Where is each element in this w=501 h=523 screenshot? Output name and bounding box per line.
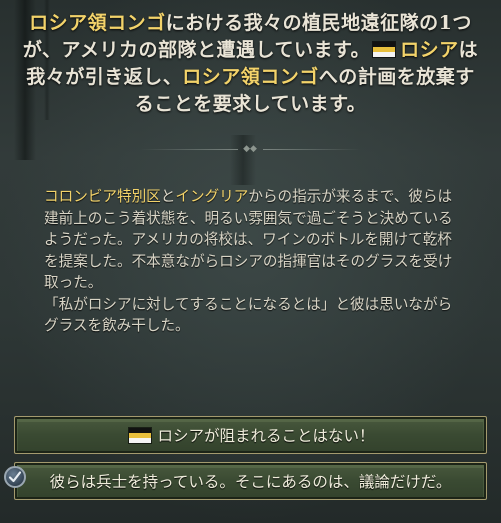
option-button-only-debate[interactable]: 彼らは兵士を持っている。そこにあるのは、議論だけだ。 bbox=[14, 462, 487, 500]
event-panel: ロシア領コンゴにおける我々の植民地遠征隊の1つが、アメリカの部隊と遭遇しています… bbox=[0, 0, 501, 523]
check-icon bbox=[4, 466, 26, 488]
country-link[interactable]: ロシア bbox=[400, 39, 459, 61]
desc-text: への計画を放棄 bbox=[318, 66, 456, 88]
location-link[interactable]: コロンビア特別区 bbox=[44, 188, 161, 205]
russia-flag-icon bbox=[129, 427, 152, 443]
event-flavor-text: コロンビア特別区とイングリアからの指示が来るまで、彼らは建前上のこう着状態を、明… bbox=[44, 188, 453, 335]
location-link[interactable]: イングリア bbox=[175, 188, 248, 205]
background-post bbox=[230, 135, 256, 185]
ornament-divider: ◆◆ bbox=[140, 144, 361, 154]
russia-flag-icon bbox=[373, 42, 396, 57]
desc-text: における我々の植民地遠征隊の1つ bbox=[165, 12, 472, 34]
divider-knot-icon: ◆◆ bbox=[243, 144, 257, 154]
option-button-russia-not-stopped[interactable]: ロシアが阻まれることはない！ bbox=[14, 416, 487, 454]
event-description: ロシア領コンゴにおける我々の植民地遠征隊の1つが、アメリカの部隊と遭遇しています… bbox=[18, 10, 483, 118]
flavor-paragraph: 「私がロシアに対してすることになるとは」と彼は思いながらグラスを飲み干した。 bbox=[44, 295, 453, 335]
desc-text: が、アメリカの部隊と遭遇しています。 bbox=[22, 39, 371, 61]
location-link[interactable]: ロシア領コンゴ bbox=[182, 66, 319, 88]
option-label: 彼らは兵士を持っている。そこにあるのは、議論だけだ。 bbox=[49, 473, 452, 491]
option-label: ロシアが阻まれることはない！ bbox=[157, 427, 375, 445]
location-link[interactable]: ロシア領コンゴ bbox=[29, 12, 166, 34]
